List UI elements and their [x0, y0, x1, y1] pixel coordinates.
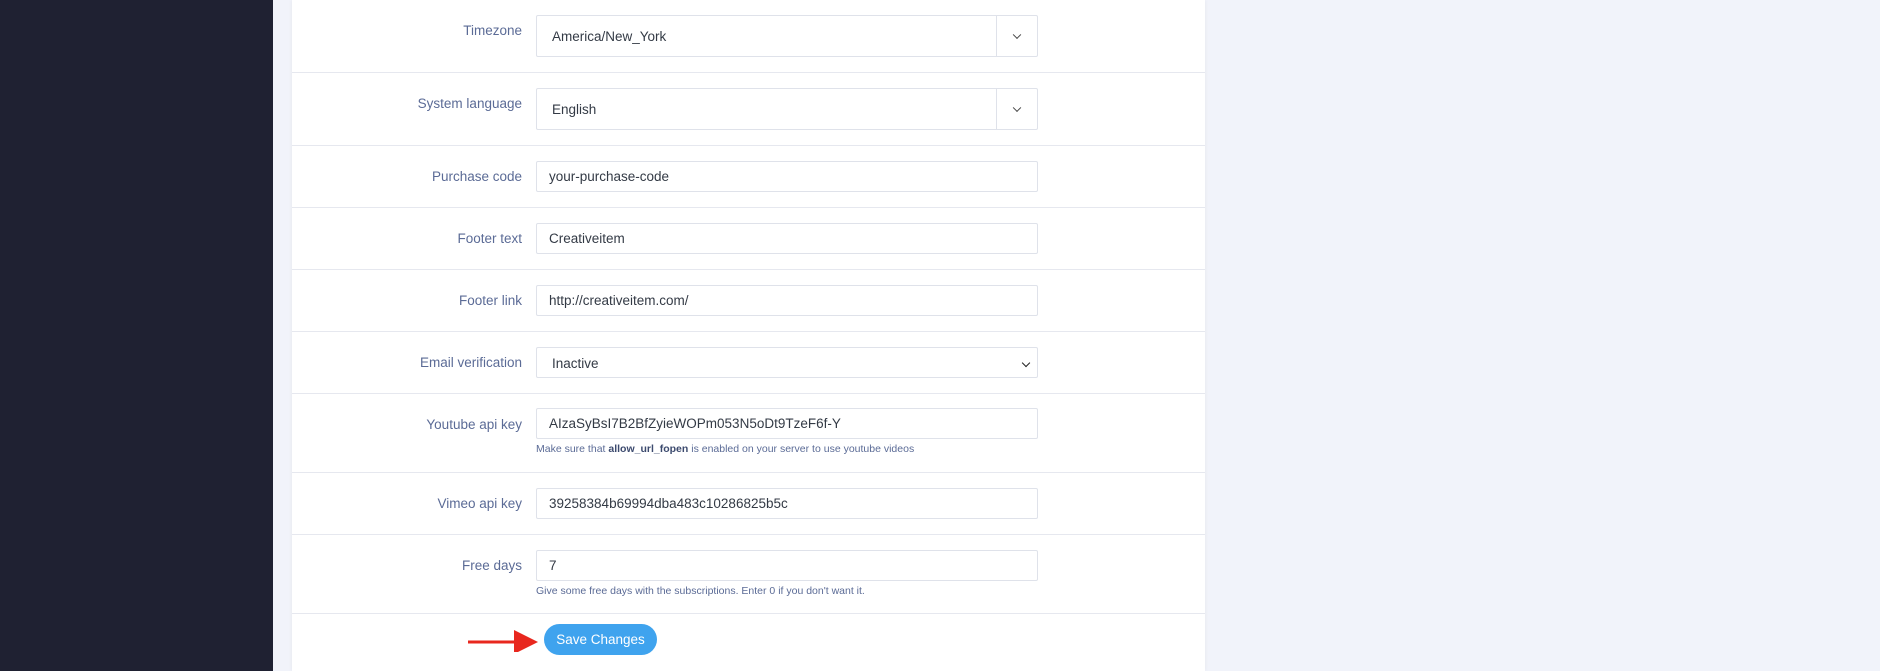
- sidebar: [0, 0, 273, 671]
- chevron-down-icon: [1012, 30, 1022, 40]
- email-verification-row: Email verification Inactive: [292, 332, 1205, 394]
- system-language-dropdown-toggle[interactable]: [996, 89, 1037, 129]
- youtube-api-key-row: Youtube api key AIzaSyBsI7B2BfZyieWOPm05…: [292, 394, 1205, 473]
- help-text-setting: allow_url_fopen: [608, 443, 689, 455]
- footer-link-input[interactable]: http://creativeitem.com/: [536, 285, 1038, 316]
- timezone-label: Timezone: [463, 23, 522, 38]
- system-language-select[interactable]: English: [536, 88, 1038, 130]
- purchase-code-row: Purchase code your-purchase-code: [292, 146, 1205, 208]
- chevron-down-icon: [1012, 103, 1022, 113]
- timezone-value: America/New_York: [552, 29, 667, 44]
- chevron-down-icon: [1021, 358, 1031, 368]
- footer-link-label: Footer link: [458, 293, 522, 308]
- email-verification-select[interactable]: Inactive: [536, 347, 1038, 378]
- help-text-prefix: Make sure that: [536, 443, 606, 455]
- youtube-api-key-help: Make sure that allow_url_fopen is enable…: [536, 443, 914, 455]
- timezone-select[interactable]: America/New_York: [536, 15, 1038, 57]
- free-days-label: Free days: [461, 558, 522, 573]
- free-days-row: Free days 7 Give some free days with the…: [292, 535, 1205, 614]
- email-verification-value: Inactive: [552, 356, 599, 371]
- help-text-suffix: is enabled on your server to use youtube…: [691, 443, 915, 455]
- settings-card: Timezone America/New_York System languag…: [292, 0, 1205, 671]
- email-verification-label: Email verification: [419, 355, 522, 370]
- timezone-row: Timezone America/New_York: [292, 0, 1205, 73]
- free-days-input[interactable]: 7: [536, 550, 1038, 581]
- vimeo-api-key-row: Vimeo api key 39258384b69994dba483c10286…: [292, 473, 1205, 535]
- system-language-label: System language: [417, 96, 522, 111]
- arrow-head: [514, 630, 538, 652]
- purchase-code-label: Purchase code: [431, 169, 522, 184]
- footer-text-row: Footer text Creativeitem: [292, 208, 1205, 270]
- vimeo-api-key-label: Vimeo api key: [437, 496, 522, 511]
- footer-text-input[interactable]: Creativeitem: [536, 223, 1038, 254]
- timezone-dropdown-toggle[interactable]: [996, 16, 1037, 56]
- vimeo-api-key-input[interactable]: 39258384b69994dba483c10286825b5c: [536, 488, 1038, 519]
- system-language-row: System language English: [292, 73, 1205, 146]
- red-arrow-annotation-icon: [468, 630, 538, 652]
- youtube-api-key-label: Youtube api key: [426, 417, 522, 432]
- save-changes-button[interactable]: Save Changes: [544, 624, 657, 655]
- footer-text-label: Footer text: [457, 231, 522, 246]
- youtube-api-key-input[interactable]: AIzaSyBsI7B2BfZyieWOPm053N5oDt9TzeF6f-Y: [536, 408, 1038, 439]
- free-days-help: Give some free days with the subscriptio…: [536, 585, 865, 597]
- purchase-code-input[interactable]: your-purchase-code: [536, 161, 1038, 192]
- footer-link-row: Footer link http://creativeitem.com/: [292, 270, 1205, 332]
- system-language-value: English: [552, 102, 597, 117]
